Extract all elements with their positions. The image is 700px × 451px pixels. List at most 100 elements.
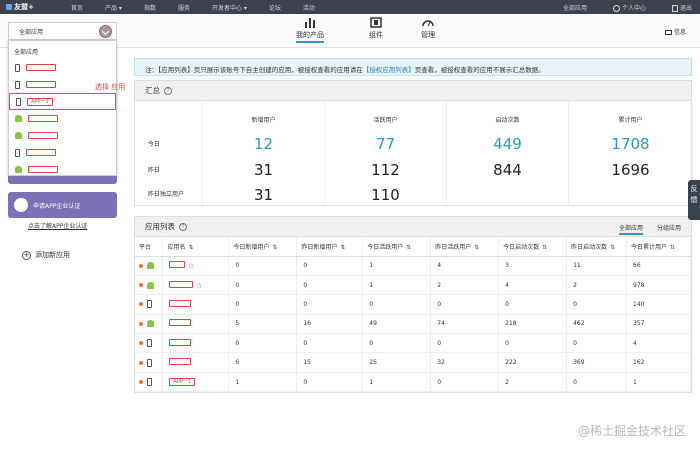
metric-cell: 162 xyxy=(626,352,691,373)
nav-forum[interactable]: 论坛 xyxy=(258,3,292,12)
metric-cell: 4 xyxy=(626,333,691,354)
sort-icon[interactable]: ⇅ xyxy=(542,244,547,251)
status-dot xyxy=(139,263,143,268)
summary-row-yesterday: 昨日 xyxy=(135,158,203,183)
nav-products[interactable]: 产品 ▾ xyxy=(94,3,133,12)
column-header-label: 应用名 xyxy=(167,243,186,251)
filter-all-apps[interactable]: 全部应用 xyxy=(618,223,643,235)
tab-manage-label: 管理 xyxy=(421,31,435,39)
app-name-cell[interactable]: ☆ xyxy=(162,256,230,276)
column-header[interactable]: 今日累计用户 ⇅ xyxy=(626,237,691,257)
sort-icon[interactable]: ⇅ xyxy=(340,244,345,251)
nav-home[interactable]: 首页 xyxy=(60,3,94,12)
nav-right: 全部应用 个人中心 退出 xyxy=(563,0,692,14)
table-row[interactable]: 6 15 25 32 222 369 162 xyxy=(135,352,691,373)
table-row[interactable]: 5 16 49 74 218 462 357 xyxy=(135,314,691,335)
app-name-cell[interactable] xyxy=(162,314,230,335)
column-header-label: 今日活跃用户 xyxy=(367,243,404,251)
nav-personal-center[interactable]: 个人中心 xyxy=(612,3,646,12)
brand-name: 友盟+ xyxy=(14,3,34,11)
status-dot xyxy=(139,360,143,365)
column-header[interactable]: 今日活跃用户 ⇅ xyxy=(362,237,432,257)
cert-info-link[interactable]: 点击了解APP企业认证 xyxy=(28,221,87,230)
logout-icon xyxy=(671,4,678,12)
filter-group-apps[interactable]: 分组应用 xyxy=(657,223,681,235)
user-icon xyxy=(612,4,620,12)
platform-cell xyxy=(135,275,164,296)
metric-cell: 0 xyxy=(228,294,298,315)
metric-cell: 0 xyxy=(296,372,364,393)
sort-icon[interactable]: ⇅ xyxy=(188,244,193,251)
sort-icon[interactable]: ⇅ xyxy=(474,244,479,251)
sort-icon[interactable]: ⇅ xyxy=(670,244,675,251)
dropdown-item[interactable] xyxy=(9,110,116,127)
dropdown-item-selected[interactable]: APP一1 xyxy=(9,93,116,110)
metric-cell: 2 xyxy=(566,275,628,296)
app-table: 平台 应用名 ⇅ 今日新增用户 ⇅ 昨日新增用户 ⇅ 今日活跃用户 ⇅ 昨日活跃用户 ⇅ 今日启动次数… xyxy=(135,237,691,393)
column-header[interactable]: 昨日新增用户 ⇅ xyxy=(296,237,364,257)
dropdown-item[interactable] xyxy=(9,59,116,76)
metric-cell: 49 xyxy=(362,314,432,335)
feedback-tab[interactable]: 反馈 xyxy=(688,180,700,220)
table-row[interactable]: ☆ 0 0 1 4 3 11 66 xyxy=(135,256,691,276)
add-app-label: 添加新应用 xyxy=(35,251,70,259)
tab-manage[interactable]: 管理 xyxy=(421,17,435,40)
help-icon[interactable]: ? xyxy=(179,222,187,231)
app-name-cell[interactable]: ☆ xyxy=(162,275,230,296)
add-app-button[interactable]: + 添加新应用 xyxy=(22,250,70,260)
sort-icon[interactable]: ⇅ xyxy=(406,244,411,251)
summary-value: 77 xyxy=(325,131,447,158)
logout-label: 退出 xyxy=(679,4,692,12)
redacted-app-name xyxy=(28,132,58,139)
nav-all-apps[interactable]: 全部应用 xyxy=(563,3,587,12)
summary-col-launches: 启动次数 xyxy=(447,101,569,131)
app-selector[interactable]: 全部应用 xyxy=(8,22,117,40)
table-row[interactable]: APP一1 1 0 1 0 2 0 1 xyxy=(135,372,691,393)
cert-apply-button[interactable]: 申请APP企业认证 xyxy=(8,192,117,218)
plus-icon: + xyxy=(22,250,31,260)
column-header[interactable]: 昨日启动次数 ⇅ xyxy=(566,237,628,257)
app-name-cell[interactable] xyxy=(162,333,230,354)
table-row[interactable]: 0 0 0 0 0 0 140 xyxy=(135,294,691,315)
column-header[interactable]: 昨日活跃用户 ⇅ xyxy=(430,237,500,257)
table-row[interactable]: ☆ 0 0 1 2 4 2 978 xyxy=(135,275,691,296)
metric-cell: 218 xyxy=(498,314,568,335)
authorized-apps-link[interactable]: 【授权应用列表】 xyxy=(363,66,415,74)
column-header[interactable]: 应用名 ⇅ xyxy=(162,237,230,257)
help-icon[interactable]: ? xyxy=(164,86,172,95)
redacted-app-name xyxy=(26,64,56,71)
dropdown-all-apps[interactable]: 全部应用 xyxy=(9,41,116,59)
sort-icon[interactable]: ⇅ xyxy=(610,244,615,251)
summary-corner xyxy=(135,101,203,131)
ios-icon xyxy=(147,358,152,367)
app-name-cell[interactable]: APP一1 xyxy=(162,372,230,393)
metric-cell: 0 xyxy=(430,372,500,393)
sort-icon[interactable]: ⇅ xyxy=(272,244,277,251)
nav-dev-center[interactable]: 开发者中心 ▾ xyxy=(201,3,258,12)
tab-components[interactable]: 组件 xyxy=(369,17,383,40)
nav-logout[interactable]: 退出 xyxy=(671,3,692,12)
dropdown-item[interactable] xyxy=(9,144,116,161)
messages-link[interactable]: 信息 xyxy=(664,27,686,36)
ios-icon xyxy=(147,300,152,309)
notice-suffix: 页查看，被授权查看的应用不展示汇总数据。 xyxy=(414,66,545,74)
column-header-label: 昨日启动次数 xyxy=(571,243,608,251)
metric-cell: 0 xyxy=(228,275,298,296)
star-icon[interactable]: ☆ xyxy=(195,281,202,290)
app-name-cell[interactable] xyxy=(162,352,230,373)
nav-services[interactable]: 服务 xyxy=(167,3,201,12)
table-row[interactable]: 0000004 xyxy=(135,333,691,354)
brand-logo[interactable]: 友盟+ xyxy=(0,2,60,12)
redacted-app-name xyxy=(26,149,56,156)
summary-value: 110 xyxy=(325,183,447,207)
dropdown-item[interactable] xyxy=(9,127,116,144)
app-name-cell[interactable] xyxy=(162,294,230,315)
nav-index[interactable]: 指数 xyxy=(133,3,167,12)
column-header[interactable]: 今日新增用户 ⇅ xyxy=(228,237,298,257)
chevron-down-icon[interactable] xyxy=(99,25,112,38)
star-icon[interactable]: ☆ xyxy=(187,261,194,270)
tab-my-products[interactable]: 我的产品 xyxy=(296,17,324,43)
nav-events[interactable]: 活动 xyxy=(292,3,326,12)
summary-col-new-users: 新增用户 xyxy=(203,101,325,131)
column-header[interactable]: 今日启动次数 ⇅ xyxy=(498,237,568,257)
